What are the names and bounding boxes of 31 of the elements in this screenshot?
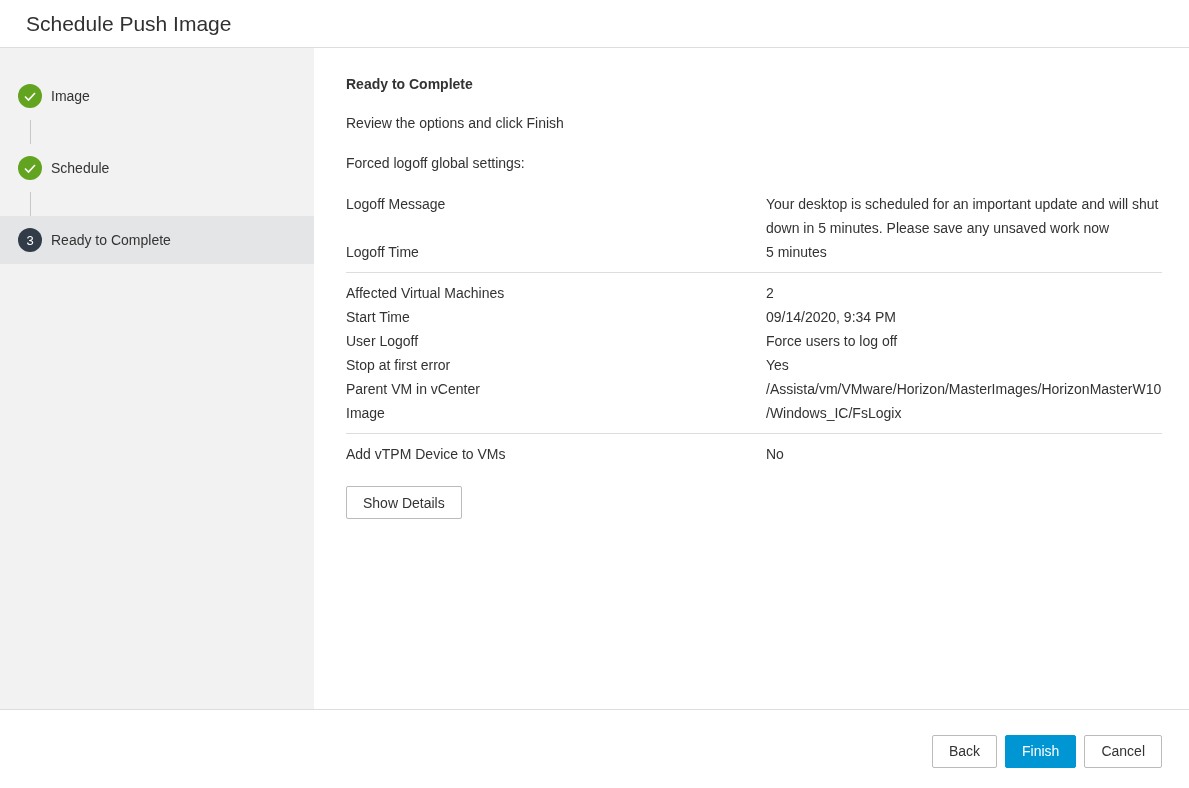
window-title: Schedule Push Image <box>26 11 232 36</box>
field-value: Your desktop is scheduled for an important update and will shut down in 5 minutes. Please save any unsaved work now <box>766 195 1160 238</box>
section-heading: Ready to Complete <box>346 75 474 94</box>
field-label: Start Time <box>346 308 411 327</box>
field-label: Stop at first error <box>346 356 452 375</box>
field-label: User Logoff <box>346 332 420 351</box>
field-value: No <box>766 445 785 464</box>
wizard-step[interactable]: Schedule <box>0 144 314 192</box>
intro-text: Review the options and click Finish <box>346 114 565 133</box>
footer-button[interactable]: Cancel <box>1084 734 1162 768</box>
field-value: Force users to log off <box>766 332 899 351</box>
field-label: Parent VM in vCenter <box>346 380 481 399</box>
field-value: 5 minutes <box>766 243 828 262</box>
wizard-step[interactable]: 3 Ready to Complete <box>0 216 314 264</box>
field-label: Logoff Time <box>346 243 420 262</box>
check-icon <box>18 84 42 108</box>
step-number: 3 <box>18 228 42 252</box>
field-value: /Assista/vm/VMware/Horizon/MasterImages/HorizonMasterW10 <box>766 380 1162 399</box>
field-label: Logoff Message <box>346 195 447 214</box>
field-label: Affected Virtual Machines <box>346 284 506 303</box>
show-details-button[interactable]: Show Details <box>346 486 462 519</box>
field-value: /Windows_IC/FsLogix <box>766 404 903 423</box>
check-icon <box>18 156 42 180</box>
field-value: 09/14/2020, 9:34 PM <box>766 308 897 327</box>
field-label: Image <box>346 404 386 423</box>
field-value: Yes <box>766 356 790 375</box>
field-value: 2 <box>766 284 775 303</box>
wizard-step[interactable]: Image <box>0 72 314 120</box>
footer-button[interactable]: Back <box>931 734 998 768</box>
settings-label: Forced logoff global settings: <box>346 154 526 173</box>
field-label: Add vTPM Device to VMs <box>346 445 507 464</box>
